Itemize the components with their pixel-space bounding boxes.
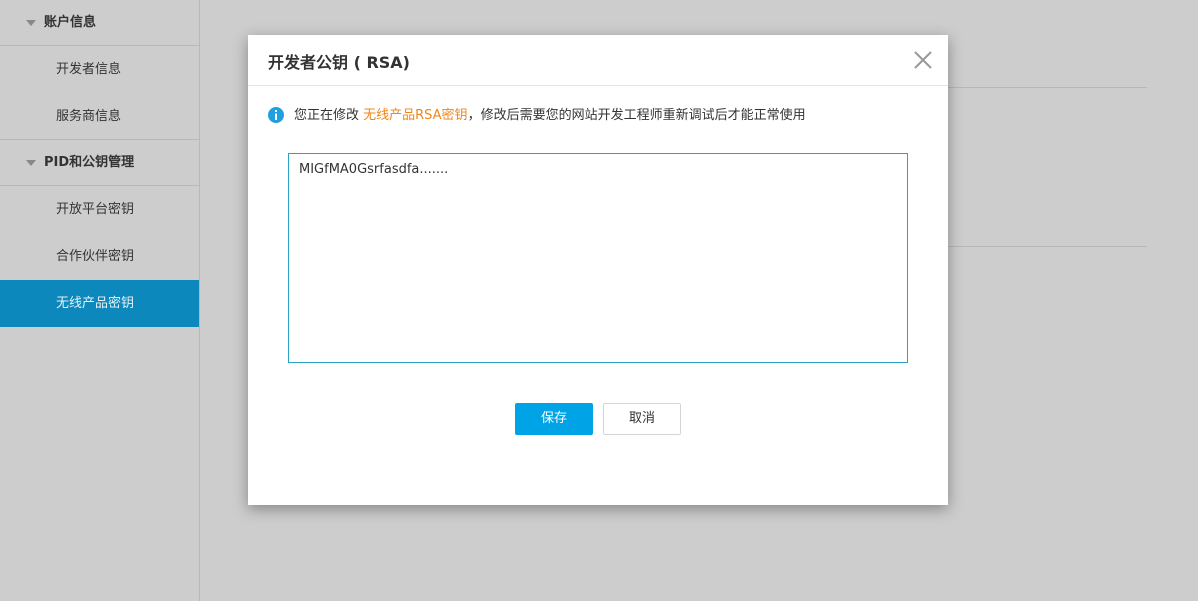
sidebar-item-provider-info[interactable]: 服务商信息 (0, 93, 199, 140)
info-icon (268, 106, 284, 123)
notice-suffix: ，修改后需要您的网站开发工程师重新调试后才能正常使用 (467, 108, 806, 123)
dialog-title: 开发者公钥 ( RSA) (268, 53, 410, 72)
sidebar-item-developer-info[interactable]: 开发者信息 (0, 46, 199, 93)
content-divider (948, 87, 1147, 88)
app-root: 账户信息 开发者信息 服务商信息 PID和公钥管理 开放平台密钥 合作伙伴密钥 … (0, 0, 1198, 601)
sidebar: 账户信息 开发者信息 服务商信息 PID和公钥管理 开放平台密钥 合作伙伴密钥 … (0, 0, 200, 601)
content-divider (948, 246, 1147, 247)
caret-down-icon (26, 160, 36, 166)
sidebar-item-open-platform-key[interactable]: 开放平台密钥 (0, 186, 199, 233)
rsa-key-textarea[interactable]: MIGfMA0Gsrfasdfa....... (288, 153, 908, 363)
rsa-key-dialog: 开发者公钥 ( RSA) 您正在修改 无线产品RSA密钥，修改后需要您的网站开发… (248, 35, 948, 505)
notice-highlight: 无线产品RSA密钥 (363, 108, 468, 123)
cancel-button[interactable]: 取消 (603, 403, 681, 435)
sidebar-group-pid-keys[interactable]: PID和公钥管理 (0, 140, 199, 186)
sidebar-group-label: 账户信息 (44, 15, 97, 30)
dialog-notice: 您正在修改 无线产品RSA密钥，修改后需要您的网站开发工程师重新调试后才能正常使… (268, 106, 806, 125)
sidebar-group-account[interactable]: 账户信息 (0, 0, 199, 46)
sidebar-item-wireless-key[interactable]: 无线产品密钥 (0, 280, 199, 327)
notice-prefix: 您正在修改 (294, 108, 364, 123)
sidebar-item-partner-key[interactable]: 合作伙伴密钥 (0, 233, 199, 280)
dialog-header: 开发者公钥 ( RSA) (248, 35, 948, 86)
sidebar-group-label: PID和公钥管理 (44, 155, 135, 170)
save-button[interactable]: 保存 (515, 403, 593, 435)
caret-down-icon (26, 20, 36, 26)
close-icon[interactable] (912, 49, 934, 71)
